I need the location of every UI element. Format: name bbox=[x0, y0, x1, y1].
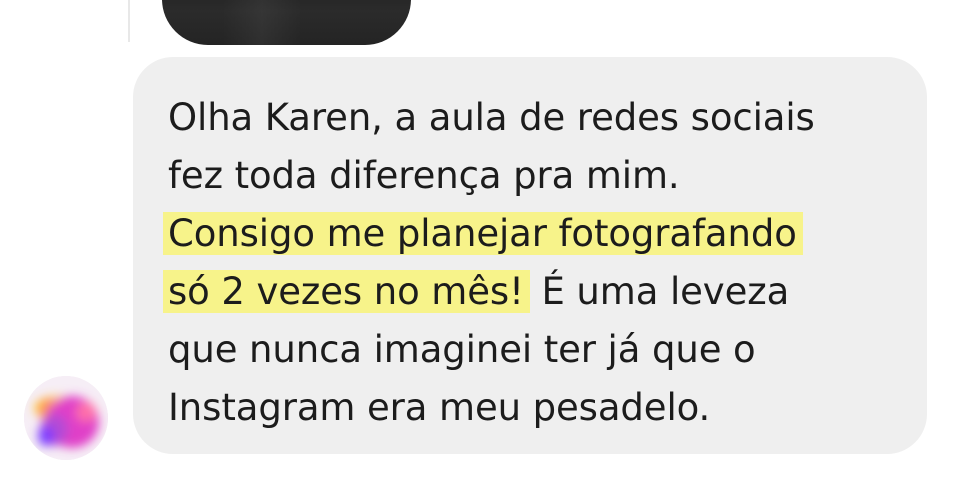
message-text: Olha Karen, a aula de redes sociais fez … bbox=[163, 89, 927, 437]
message-bubble[interactable]: Olha Karen, a aula de redes sociais fez … bbox=[133, 57, 927, 454]
avatar[interactable] bbox=[24, 376, 108, 460]
previous-message-image[interactable] bbox=[162, 0, 411, 45]
message-text-before: Olha Karen, a aula de redes sociais fez … bbox=[168, 96, 815, 197]
thread-connector-line bbox=[128, 0, 130, 42]
image-shade bbox=[222, 0, 302, 45]
avatar-image bbox=[24, 376, 108, 460]
